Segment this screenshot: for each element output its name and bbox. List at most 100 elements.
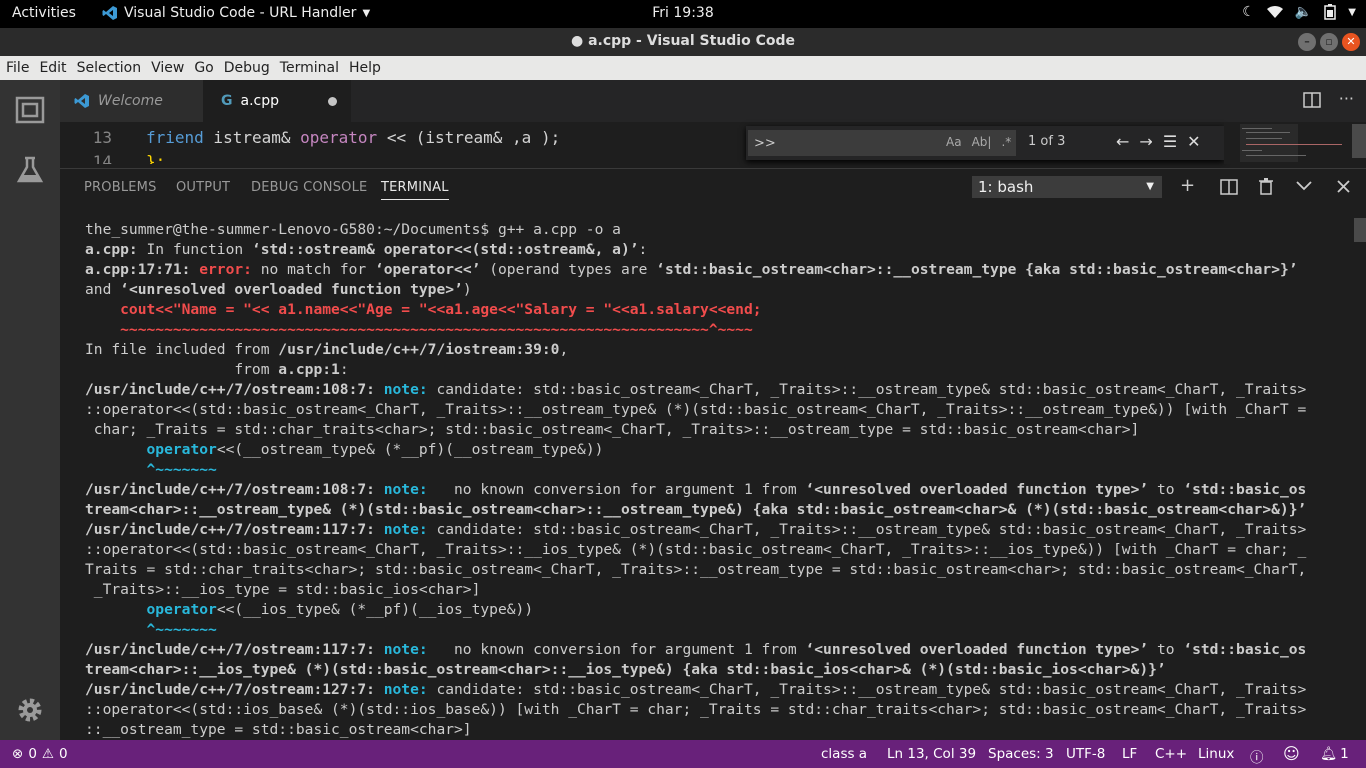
menu-view[interactable]: View xyxy=(151,60,190,76)
terminal-line: char; _Traits = std::char_traits<char>; … xyxy=(85,421,1140,438)
app-menu[interactable]: Visual Studio Code - URL Handler ▼ xyxy=(102,5,370,21)
next-match-arrow-icon[interactable]: → xyxy=(1139,132,1152,151)
keyword-token: friend xyxy=(146,128,204,147)
minimap-slider[interactable] xyxy=(1240,124,1298,162)
terminal-line: /usr/include/c++/7/ostream:117:7: note: … xyxy=(85,521,1307,538)
code-line[interactable]: friend istream& operator << (istream& ,a… xyxy=(146,128,560,147)
split-editor-icon[interactable] xyxy=(1302,92,1321,108)
code-line[interactable]: }; xyxy=(146,152,165,164)
terminal-line: tream<char>::__ostream_type& (*)(std::ba… xyxy=(85,501,1307,518)
status-bar: ⊗ 0 ⚠ 0 class a Ln 13, Col 39 Spaces: 3 … xyxy=(0,740,1366,768)
error-icon: ⊗ xyxy=(12,746,24,762)
menu-selection[interactable]: Selection xyxy=(77,60,148,76)
close-panel-icon[interactable] xyxy=(1337,180,1350,193)
indentation[interactable]: Spaces: 3 xyxy=(988,746,1054,762)
maximize-button[interactable]: ▫ xyxy=(1320,33,1338,51)
chevron-down-icon: ▼ xyxy=(1146,181,1154,192)
terminal-select[interactable]: 1: bash ▼ xyxy=(972,176,1162,198)
wifi-icon xyxy=(1266,5,1283,19)
terminal-line: ::operator<<(std::basic_ostream<_CharT, … xyxy=(85,401,1307,418)
code-token: << (istream& ,a ); xyxy=(377,128,561,147)
tab-welcome[interactable]: Welcome xyxy=(60,80,203,122)
menu-help[interactable]: Help xyxy=(349,60,387,76)
gnome-top-bar: Activities Visual Studio Code - URL Hand… xyxy=(0,0,1366,28)
unsaved-dot-icon[interactable] xyxy=(328,97,337,106)
terminal-line: Traits = std::char_traits<char>; std::ba… xyxy=(85,561,1307,578)
system-tray[interactable]: ☾ 🔈 ▼ xyxy=(1242,4,1356,20)
editor-tab-bar: Welcome G a.cpp ··· xyxy=(60,80,1366,122)
terminal-scrollbar[interactable] xyxy=(1354,218,1366,242)
terminal-select-value: 1: bash xyxy=(978,178,1034,196)
operator-keyword-token: operator xyxy=(300,128,378,147)
vscode-icon xyxy=(102,6,117,20)
panel-header: PROBLEMS OUTPUT DEBUG CONSOLE TERMINAL 1… xyxy=(60,168,1366,204)
match-count: 1 of 3 xyxy=(1028,134,1066,149)
cursor-position[interactable]: Ln 13, Col 39 xyxy=(887,746,976,762)
end-of-line[interactable]: LF xyxy=(1122,746,1137,762)
close-find-icon[interactable]: ✕ xyxy=(1187,132,1200,151)
find-widget: Aa Ab| .* 1 of 3 ← → ☰ ✕ xyxy=(746,126,1224,160)
trash-icon[interactable] xyxy=(1259,178,1273,195)
error-count: 0 xyxy=(28,746,37,762)
close-window-button[interactable]: ✕ xyxy=(1342,33,1360,51)
tab-output[interactable]: OUTPUT xyxy=(176,180,230,195)
chevron-down-icon[interactable] xyxy=(1296,181,1312,191)
terminal-line: operator<<(__ostream_type& (*__pf)(__ost… xyxy=(146,441,604,458)
match-whole-word-toggle[interactable]: Ab| xyxy=(972,135,992,149)
menu-debug[interactable]: Debug xyxy=(224,60,276,76)
match-case-toggle[interactable]: Aa xyxy=(946,135,962,149)
system-menu-chevron-icon: ▼ xyxy=(1348,6,1356,18)
previous-match-arrow-icon[interactable]: ← xyxy=(1116,132,1129,151)
bell-icon: 🔔︎ xyxy=(1320,746,1338,762)
terminal-line: ::__ostream_type = std::basic_ostream<ch… xyxy=(85,721,472,738)
regex-toggle[interactable]: .* xyxy=(1001,135,1011,149)
clock[interactable]: Fri 19:38 xyxy=(652,5,713,21)
terminal-line: ^~~~~~~~ xyxy=(85,621,217,638)
platform[interactable]: Linux xyxy=(1198,746,1234,762)
tab-problems[interactable]: PROBLEMS xyxy=(84,180,157,195)
explorer-icon[interactable] xyxy=(14,94,46,126)
terminal-line: /usr/include/c++/7/ostream:127:7: note: … xyxy=(85,681,1307,698)
encoding[interactable]: UTF-8 xyxy=(1066,746,1105,762)
minimize-button[interactable]: – xyxy=(1298,33,1316,51)
app-menu-label: Visual Studio Code - URL Handler xyxy=(124,5,357,21)
warning-count: 0 xyxy=(59,746,68,762)
terminal-line: In file included from /usr/include/c++/7… xyxy=(85,341,569,358)
activities-button[interactable]: Activities xyxy=(12,5,76,21)
feedback-smiley-icon[interactable]: ☺ xyxy=(1283,744,1300,763)
extensions-flask-icon[interactable] xyxy=(14,154,46,186)
terminal-line: ~~~~~~~~~~~~~~~~~~~~~~~~~~~~~~~~~~~~~~~~… xyxy=(85,321,753,338)
code-scope[interactable]: class a xyxy=(821,746,867,762)
tab-welcome-label: Welcome xyxy=(98,93,163,109)
menu-file[interactable]: File xyxy=(6,60,35,76)
language-mode[interactable]: C++ xyxy=(1155,746,1187,762)
menu-edit[interactable]: Edit xyxy=(39,60,72,76)
terminal-line: operator<<(__ios_type& (*__pf)(__ios_typ… xyxy=(146,601,534,618)
menu-bar: File Edit Selection View Go Debug Termin… xyxy=(0,56,1366,80)
settings-gear-icon[interactable] xyxy=(14,694,46,726)
terminal-line: /usr/include/c++/7/ostream:108:7: note: … xyxy=(85,481,1307,498)
terminal-line: the_summer@the-summer-Lenovo-G580:~/Docu… xyxy=(85,221,621,238)
terminal-line: a.cpp:17:71: error: no match for ‘operat… xyxy=(85,261,1298,278)
editor-scrollbar[interactable] xyxy=(1352,124,1366,158)
window-title-bar: ● a.cpp - Visual Studio Code – ▫ ✕ xyxy=(0,28,1366,56)
menu-terminal[interactable]: Terminal xyxy=(280,60,345,76)
split-terminal-icon[interactable] xyxy=(1220,179,1238,195)
more-actions-icon[interactable]: ··· xyxy=(1339,91,1354,108)
problems-indicator[interactable]: ⊗ 0 ⚠ 0 xyxy=(12,746,68,762)
tab-a-cpp[interactable]: G a.cpp xyxy=(203,80,351,122)
tab-terminal[interactable]: TERMINAL xyxy=(381,180,449,200)
menu-go[interactable]: Go xyxy=(194,60,219,76)
minimap[interactable] xyxy=(1224,122,1350,164)
terminal-line: /usr/include/c++/7/ostream:108:7: note: … xyxy=(85,381,1307,398)
code-token: istream& xyxy=(203,128,301,147)
new-terminal-plus-icon[interactable]: + xyxy=(1180,175,1195,196)
tab-debug-console[interactable]: DEBUG CONSOLE xyxy=(251,180,367,195)
tab-a-cpp-label: a.cpp xyxy=(240,93,280,109)
find-in-selection-icon[interactable]: ☰ xyxy=(1163,132,1177,151)
night-light-icon: ☾ xyxy=(1242,4,1255,20)
notifications[interactable]: 🔔︎ 1 xyxy=(1320,746,1349,762)
info-icon[interactable]: ⓘ xyxy=(1250,746,1264,766)
terminal-output[interactable]: the_summer@the-summer-Lenovo-G580:~/Docu… xyxy=(60,214,1354,740)
terminal-line: and ‘<unresolved overloaded function typ… xyxy=(85,281,472,298)
